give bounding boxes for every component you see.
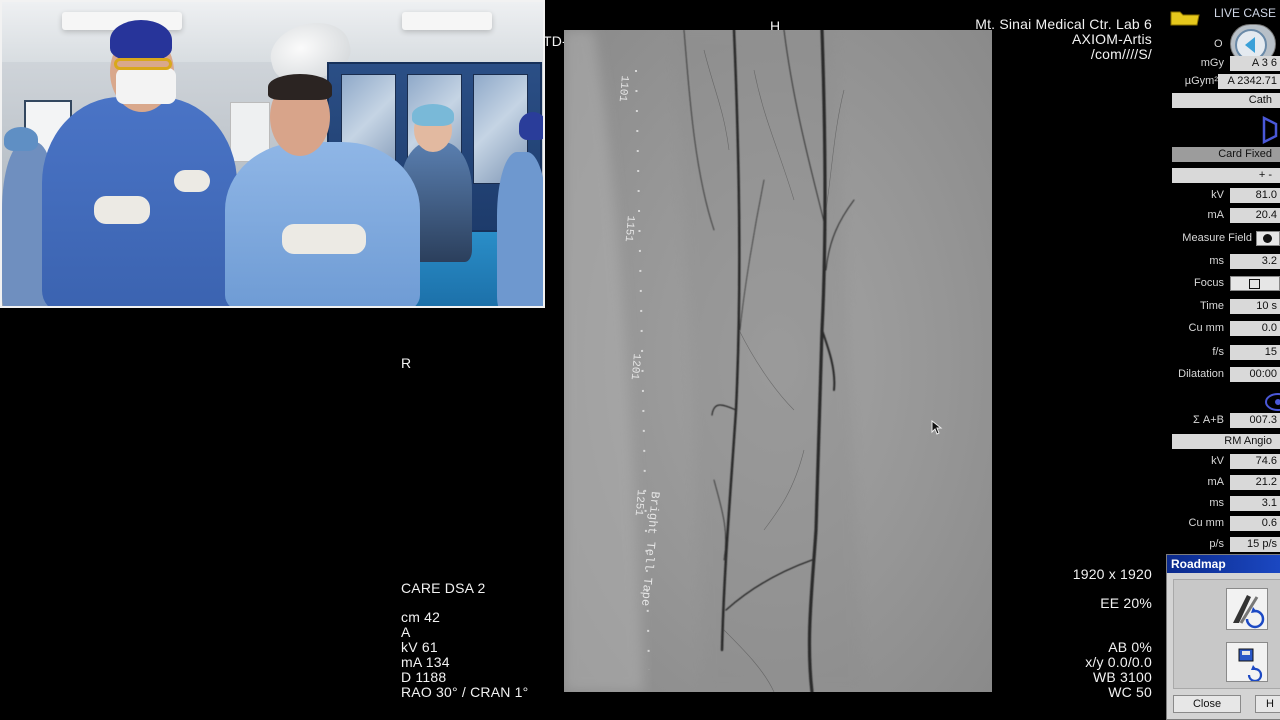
mouse-cursor-icon — [931, 420, 943, 435]
hair — [268, 74, 332, 100]
ms-value: 3.2 — [1230, 254, 1280, 269]
param-line: x/y 0.0/0.0 — [1085, 654, 1152, 670]
eye-icon[interactable] — [1264, 390, 1280, 414]
param-line: mA 134 — [401, 654, 450, 670]
roadmap-reset-button[interactable] — [1226, 588, 1268, 630]
param-line: D 1188 — [401, 669, 447, 685]
roadmap-close-button[interactable]: Close — [1173, 695, 1241, 713]
focus-toggle[interactable] — [1230, 276, 1280, 291]
roadmap-store-icon — [1238, 648, 1263, 683]
plus-minus-control[interactable]: + - — [1172, 168, 1280, 183]
measure-field-toggle[interactable] — [1256, 231, 1280, 246]
kv-label: kV — [1211, 455, 1224, 467]
param-line: kV 61 — [401, 639, 438, 655]
focus-label: Focus — [1194, 277, 1224, 289]
cumm-label: Cu mm — [1188, 322, 1224, 334]
ma-value: 21.2 — [1230, 475, 1280, 490]
orientation-left-label: R — [401, 355, 412, 371]
param-line: AB 0% — [1108, 639, 1152, 655]
mgy-value: A 3 6 — [1230, 56, 1280, 71]
protocol-name: CARE DSA 2 — [401, 580, 486, 596]
roadmap-tools — [1173, 579, 1280, 689]
kv-value: 74.6 — [1230, 454, 1280, 469]
dilatation-label: Dilatation — [1178, 368, 1224, 380]
live-video-feed — [0, 0, 545, 308]
angiography-image[interactable]: 1101 1151 1201 1251 Bright Tell Tape — [564, 30, 992, 692]
ms-label: ms — [1209, 497, 1224, 509]
card-fixed-selector[interactable]: Card Fixed — [1172, 147, 1280, 162]
ms-label: ms — [1209, 255, 1224, 267]
dot-icon — [1263, 234, 1272, 243]
folder-icon[interactable] — [1170, 8, 1200, 26]
institution-info: Mt. Sinai Medical Ctr. Lab 6 AXIOM-Artis… — [975, 17, 1152, 62]
fps-label: f/s — [1212, 346, 1224, 358]
fps-value: 15 — [1230, 345, 1280, 360]
acquisition-params: cm 42 A kV 61 mA 134 D 1188 RAO 30° / CR… — [401, 610, 528, 700]
surgical-mask — [116, 68, 176, 104]
glasses — [114, 58, 172, 70]
roadmap-h-button[interactable]: H — [1255, 695, 1280, 713]
institution-name: Mt. Sinai Medical Ctr. Lab 6 — [975, 16, 1152, 32]
ma-label: mA — [1207, 476, 1225, 488]
staff-person — [497, 152, 543, 306]
param-line: cm 42 — [401, 609, 441, 625]
time-label: Time — [1199, 300, 1224, 312]
ruler-label: 1101 — [615, 74, 630, 103]
ruler-label: 1201 — [627, 352, 642, 381]
o-label: O — [1214, 38, 1223, 50]
system-path: /com////S/ — [1090, 46, 1152, 62]
ms-value: 3.1 — [1230, 496, 1280, 511]
ps-label: p/s — [1209, 538, 1224, 550]
param-line: A — [401, 624, 411, 640]
ma-value: 20.4 — [1230, 208, 1280, 223]
window-params: AB 0% x/y 0.0/0.0 WB 3100 WC 50 — [1085, 640, 1152, 700]
ps-value: 15 p/s — [1230, 537, 1280, 552]
time-value: 10 s — [1230, 299, 1280, 314]
ceiling-light — [402, 12, 492, 30]
ruler-label: 1151 — [621, 214, 636, 243]
dilatation-value: 00:00 — [1230, 367, 1280, 382]
vessel-drawing — [564, 30, 864, 692]
ruler-label: 1251 — [631, 488, 646, 517]
ugym-label: µGym² — [1184, 75, 1218, 87]
cath-selector[interactable]: Cath — [1172, 93, 1280, 108]
edge-enhancement: EE 20% — [1100, 595, 1152, 611]
cumm-value: 0.0 — [1230, 321, 1280, 336]
param-line: WB 3100 — [1093, 669, 1152, 685]
roadmap-title: Roadmap — [1167, 555, 1280, 573]
live-case-label: LIVE CASE — [1214, 6, 1277, 20]
mgy-label: mGy — [1200, 57, 1224, 69]
param-line: WC 50 — [1108, 684, 1152, 700]
collimator-icon[interactable] — [1262, 116, 1280, 144]
kv-value: 81.0 — [1230, 188, 1280, 203]
cumm-label: Cu mm — [1188, 517, 1224, 529]
ugym-value: A 2342.71 — [1218, 74, 1280, 89]
matrix-size: 1920 x 1920 — [1072, 566, 1152, 582]
cumm-value: 0.6 — [1230, 516, 1280, 531]
ma-label: mA — [1207, 209, 1225, 221]
sum-ab-label: Σ A+B — [1193, 414, 1224, 426]
rm-angio-selector[interactable]: RM Angio — [1172, 434, 1280, 449]
sum-ab-value: 007.3 — [1230, 413, 1280, 428]
focus-icon — [1249, 279, 1260, 289]
measure-field-label: Measure Field — [1182, 232, 1252, 244]
roadmap-store-button[interactable] — [1226, 642, 1268, 683]
roadmap-refresh-icon — [1233, 595, 1265, 629]
limb-shadow — [674, 30, 864, 692]
system-name: AXIOM-Artis — [1072, 31, 1152, 47]
kv-label: kV — [1211, 189, 1224, 201]
roadmap-dialog: Roadmap Close H — [1166, 554, 1280, 720]
angulation: RAO 30° / CRAN 1° — [401, 684, 529, 700]
